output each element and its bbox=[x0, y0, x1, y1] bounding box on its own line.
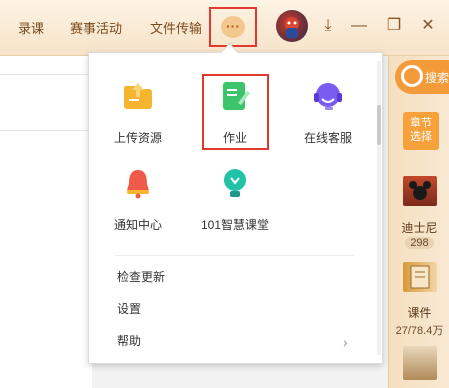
tile-label: 101智慧课堂 bbox=[200, 218, 270, 232]
lamp-icon bbox=[224, 169, 246, 197]
menu-help[interactable]: 帮助 bbox=[117, 332, 141, 349]
nav-events[interactable]: 赛事活动 bbox=[70, 18, 122, 37]
menu-settings[interactable]: 设置 bbox=[117, 300, 141, 317]
close-icon[interactable]: ✕ bbox=[418, 16, 438, 36]
tile-101-smart-classroom[interactable]: 101智慧课堂 bbox=[195, 166, 275, 246]
avatar[interactable] bbox=[276, 10, 308, 42]
resource-sidebar: 搜索 章节 选择 迪士尼 298 课件 27/78.4万 bbox=[388, 56, 449, 388]
nav-recording[interactable]: 录课 bbox=[18, 18, 44, 37]
tile-label: 通知中心 bbox=[113, 218, 162, 232]
nav-file-transfer[interactable]: 文件传输 bbox=[150, 18, 202, 37]
headset-icon bbox=[314, 83, 342, 110]
tile-notification-center[interactable]: 通知中心 bbox=[98, 166, 178, 246]
divider bbox=[0, 74, 92, 75]
chapter-label-2: 选择 bbox=[410, 131, 432, 143]
more-button[interactable]: ··· bbox=[209, 7, 257, 47]
resource-label: 课件 bbox=[407, 306, 432, 320]
divider bbox=[0, 130, 92, 131]
disney-thumbnail[interactable] bbox=[403, 176, 437, 206]
tile-label: 上传资源 bbox=[113, 131, 162, 145]
menu-check-update[interactable]: 检查更新 bbox=[117, 268, 165, 285]
divider bbox=[115, 255, 355, 256]
upload-folder-icon bbox=[124, 83, 152, 109]
scrollbar-thumb[interactable] bbox=[377, 105, 381, 145]
tile-label: 在线客服 bbox=[303, 131, 352, 145]
restore-icon[interactable]: ❐ bbox=[384, 16, 404, 36]
chapter-select-button[interactable]: 章节 选择 bbox=[403, 112, 439, 150]
book-icon bbox=[410, 265, 430, 289]
download-icon[interactable]: ⤓ bbox=[318, 16, 338, 36]
more-icon: ··· bbox=[221, 16, 245, 38]
search-label: 搜索 bbox=[425, 71, 449, 85]
bell-icon bbox=[127, 170, 149, 199]
homework-highlight bbox=[202, 74, 269, 150]
resource-label: 迪士尼 bbox=[401, 221, 438, 235]
tile-online-support[interactable]: 在线客服 bbox=[288, 79, 368, 159]
mickey-icon bbox=[409, 181, 431, 200]
minimize-icon[interactable]: — bbox=[349, 16, 369, 36]
more-dropdown: 上传资源 作业 在线客服 通知中心 101智慧课堂 检查更新 设置 帮助 › bbox=[88, 43, 383, 364]
resource-count: 298 bbox=[405, 237, 434, 249]
chevron-right-icon: › bbox=[343, 334, 348, 350]
hero-avatar-icon bbox=[285, 17, 299, 38]
scrollbar[interactable] bbox=[377, 61, 381, 355]
tile-upload-resource[interactable]: 上传资源 bbox=[98, 79, 178, 159]
resource-thumbnail[interactable] bbox=[403, 346, 437, 380]
search-icon bbox=[401, 65, 423, 87]
search-button[interactable]: 搜索 bbox=[395, 60, 449, 94]
content-pane bbox=[0, 56, 92, 388]
courseware-thumbnail[interactable] bbox=[403, 262, 437, 292]
resource-count: 27/78.4万 bbox=[395, 325, 444, 337]
chapter-label-1: 章节 bbox=[410, 117, 432, 129]
